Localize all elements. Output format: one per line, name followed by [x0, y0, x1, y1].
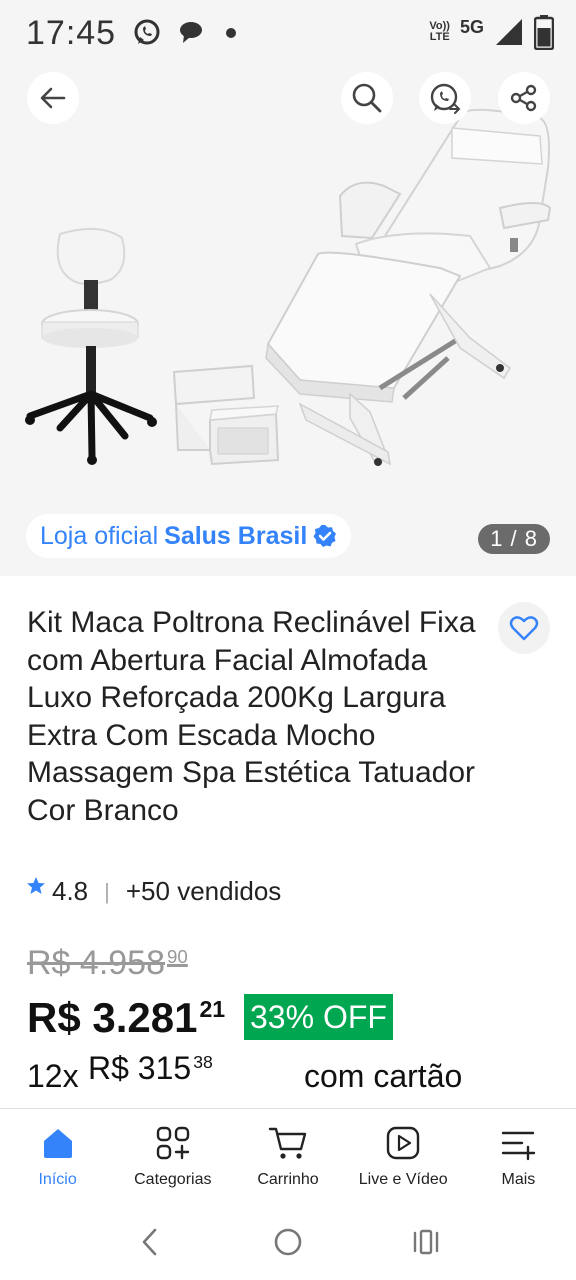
- favorite-button[interactable]: [498, 602, 550, 654]
- status-time: 17:45: [26, 14, 117, 52]
- nav-item-inicio[interactable]: Início: [0, 1109, 115, 1202]
- current-price: R$ 3.28121: [27, 994, 226, 1041]
- signal-icon: [496, 19, 522, 45]
- product-gallery[interactable]: Loja oficial Salus Brasil 1 / 8: [0, 68, 576, 576]
- chair-illustration: [265, 108, 552, 466]
- discount-badge: 33% OFF: [244, 994, 393, 1040]
- heart-icon: [509, 616, 539, 641]
- original-price: R$ 4.958 90: [27, 944, 188, 982]
- search-icon: [352, 83, 382, 113]
- recents-icon: [413, 1229, 439, 1255]
- categories-icon: [156, 1126, 189, 1160]
- nav-item-mais[interactable]: Mais: [461, 1109, 576, 1202]
- system-navigation: [0, 1202, 576, 1280]
- home-icon: [43, 1129, 72, 1158]
- whatsapp-share-icon: [430, 83, 461, 114]
- share-icon: [510, 84, 537, 112]
- whatsapp-icon: [134, 19, 160, 45]
- official-store-badge[interactable]: Loja oficial Salus Brasil: [26, 514, 352, 558]
- system-back-button[interactable]: [130, 1222, 170, 1262]
- installment-value: R$ 315 38: [88, 1050, 213, 1086]
- verified-icon: [313, 525, 337, 547]
- installments-suffix: com cartão: [304, 1058, 463, 1094]
- product-image: [25, 108, 552, 466]
- cart-icon: [268, 1127, 307, 1159]
- volte-indicator: Vo)) LTE: [429, 20, 450, 43]
- menu-plus-icon: [502, 1131, 536, 1161]
- dot-icon: [226, 28, 236, 38]
- circle-icon: [274, 1228, 302, 1256]
- bottom-navigation: Início Categorias Carrinho Live e Vídeo …: [0, 1108, 576, 1202]
- play-icon: [387, 1126, 420, 1160]
- share-button[interactable]: [498, 72, 550, 124]
- status-right: Vo)) LTE 5G: [429, 14, 554, 50]
- rating-row[interactable]: 4.8 | +50 vendidos: [26, 876, 281, 907]
- chat-bubble-icon: [180, 22, 202, 43]
- network-type: 5G: [459, 16, 484, 37]
- whatsapp-share-button[interactable]: [419, 72, 471, 124]
- status-bar: 17:45 Vo)) LTE 5G: [0, 0, 576, 68]
- store-prefix: Loja oficial: [40, 521, 159, 550]
- chevron-left-icon: [142, 1228, 157, 1256]
- star-icon: [27, 876, 45, 894]
- arrow-left-icon: [40, 87, 66, 109]
- stool-illustration: [25, 227, 157, 465]
- search-button[interactable]: [341, 72, 393, 124]
- product-title: Kit Maca Poltrona Reclinável Fixa com Ab…: [27, 606, 476, 827]
- back-button[interactable]: [27, 72, 79, 124]
- sold-count: +50 vendidos: [125, 876, 282, 906]
- installments-count: 12x: [27, 1058, 79, 1094]
- nav-item-categorias[interactable]: Categorias: [115, 1109, 230, 1202]
- rating-value: 4.8: [52, 876, 89, 906]
- rating-separator: |: [104, 878, 110, 904]
- notification-icons: [132, 18, 242, 48]
- nav-item-live-video[interactable]: Live e Vídeo: [346, 1109, 461, 1202]
- image-counter: 1 / 8: [478, 524, 550, 554]
- nav-item-carrinho[interactable]: Carrinho: [230, 1109, 345, 1202]
- system-recents-button[interactable]: [406, 1222, 446, 1262]
- system-home-button[interactable]: [268, 1222, 308, 1262]
- store-name: Salus Brasil: [164, 521, 308, 550]
- battery-icon: [534, 15, 554, 50]
- step-illustration: [172, 364, 280, 466]
